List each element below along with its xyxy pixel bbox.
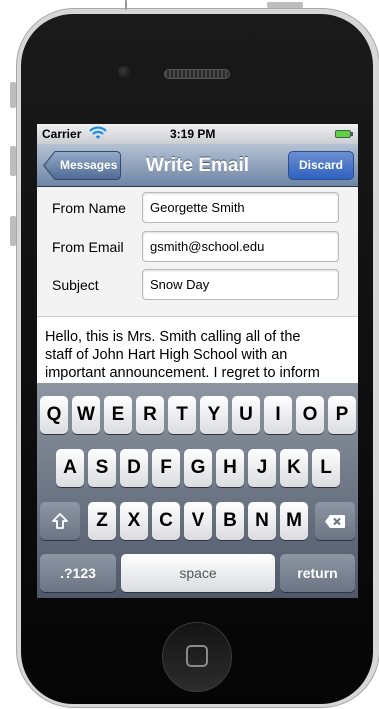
key-h[interactable]: H	[216, 449, 244, 487]
key-w[interactable]: W	[72, 396, 100, 434]
discard-button[interactable]: Discard	[288, 151, 354, 180]
key-b[interactable]: B	[216, 502, 244, 540]
status-time: 3:19 PM	[170, 127, 216, 141]
key-x[interactable]: X	[120, 502, 148, 540]
key-e[interactable]: E	[104, 396, 132, 434]
key-s[interactable]: S	[88, 449, 116, 487]
from-email-field[interactable]: gsmith@school.edu	[142, 231, 339, 262]
key-k[interactable]: K	[280, 449, 308, 487]
key-d[interactable]: D	[120, 449, 148, 487]
top-notch-line	[125, 0, 127, 10]
key-l[interactable]: L	[312, 449, 340, 487]
key-g[interactable]: G	[184, 449, 212, 487]
message-body-line: staff of John Hart High School with an	[45, 347, 288, 363]
message-body-line: Hello, this is Mrs. Smith calling all of…	[45, 329, 301, 345]
key-v[interactable]: V	[184, 502, 212, 540]
battery-icon	[335, 130, 351, 138]
wifi-icon	[89, 126, 107, 143]
key-r[interactable]: R	[136, 396, 164, 434]
key-t[interactable]: T	[168, 396, 196, 434]
from-name-label: From Name	[52, 200, 126, 216]
key-c[interactable]: C	[152, 502, 180, 540]
return-key[interactable]: return	[280, 554, 355, 592]
home-square-icon	[186, 645, 208, 667]
space-key[interactable]: space	[121, 554, 275, 592]
volume-up-button	[10, 146, 16, 176]
delete-key[interactable]	[315, 502, 355, 540]
earpiece-speaker	[164, 69, 230, 79]
mute-switch	[10, 82, 16, 108]
shift-key[interactable]	[40, 502, 80, 540]
key-a[interactable]: A	[56, 449, 84, 487]
screen: Carrier 3:19 PM Messages Write Email Dis…	[37, 124, 358, 598]
message-body-line: important announcement. I regret to info…	[45, 365, 320, 381]
numbers-key[interactable]: .?123	[40, 554, 116, 592]
key-f[interactable]: F	[152, 449, 180, 487]
key-j[interactable]: J	[248, 449, 276, 487]
key-p[interactable]: P	[328, 396, 356, 434]
key-i[interactable]: I	[264, 396, 292, 434]
carrier-label: Carrier	[42, 127, 82, 141]
key-y[interactable]: Y	[200, 396, 228, 434]
power-button	[267, 2, 303, 8]
message-body-textarea[interactable]: Hello, this is Mrs. Smith calling all of…	[45, 328, 355, 382]
key-z[interactable]: Z	[88, 502, 116, 540]
key-o[interactable]: O	[296, 396, 324, 434]
from-name-field[interactable]: Georgette Smith	[142, 192, 339, 223]
key-m[interactable]: M	[280, 502, 308, 540]
email-header-form: From Name Georgette Smith From Email gsm…	[37, 187, 358, 317]
backspace-icon	[325, 515, 345, 528]
from-email-label: From Email	[52, 239, 124, 255]
key-q[interactable]: Q	[40, 396, 68, 434]
volume-down-button	[10, 216, 16, 246]
key-n[interactable]: N	[248, 502, 276, 540]
subject-label: Subject	[52, 277, 99, 293]
shift-arrow-icon	[52, 513, 68, 529]
key-u[interactable]: U	[232, 396, 260, 434]
navigation-bar: Messages Write Email Discard	[37, 144, 358, 187]
status-bar: Carrier 3:19 PM	[37, 124, 358, 144]
subject-field[interactable]: Snow Day	[142, 269, 339, 300]
battery-nub	[351, 132, 353, 136]
front-camera-icon	[118, 66, 130, 78]
keyboard: Q W E R T Y U I O P A S D F G H J K L Z …	[37, 383, 358, 598]
